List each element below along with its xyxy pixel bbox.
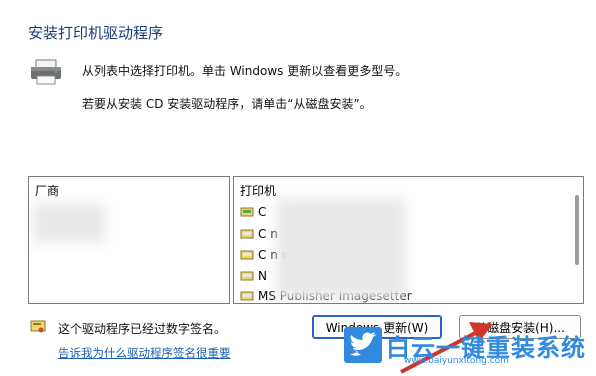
printer-icon (31, 59, 61, 85)
driver-icon (240, 207, 254, 217)
signature-status: 这个驱动程序已经过数字签名。 (58, 322, 227, 336)
printer-name: N (258, 269, 267, 283)
instruction-text: 从列表中选择打印机。单击 Windows 更新以查看更多型号。 (82, 64, 408, 78)
manufacturer-header: 厂商 (35, 184, 60, 198)
manufacturer-list[interactable]: 厂商 (28, 176, 230, 304)
redacted-printers (276, 199, 406, 299)
twitter-bird-icon (350, 332, 377, 356)
printer-header: 打印机 (240, 184, 277, 198)
driver-icon (240, 271, 254, 281)
printer-list[interactable]: 打印机 C C n C n wide N MS Publisher Images… (233, 176, 584, 304)
printer-name: C (258, 205, 267, 219)
watermark-url: www.baiyunxitong.com (404, 356, 509, 366)
printer-name: C n (258, 227, 278, 241)
driver-icon (240, 250, 254, 260)
certificate-icon (30, 320, 46, 333)
scrollbar[interactable] (575, 195, 579, 265)
driver-icon (240, 229, 254, 239)
signature-info-link[interactable]: 告诉我为什么驱动程序签名很重要 (58, 345, 231, 361)
cd-instruction-text: 若要从安装 CD 安装驱动程序，请单击“从磁盘安装”。 (82, 97, 372, 111)
driver-icon (240, 291, 254, 301)
redacted-manufacturer (33, 203, 105, 243)
dialog-title: 安装打印机驱动程序 (28, 24, 164, 42)
watermark-logo (344, 327, 382, 363)
